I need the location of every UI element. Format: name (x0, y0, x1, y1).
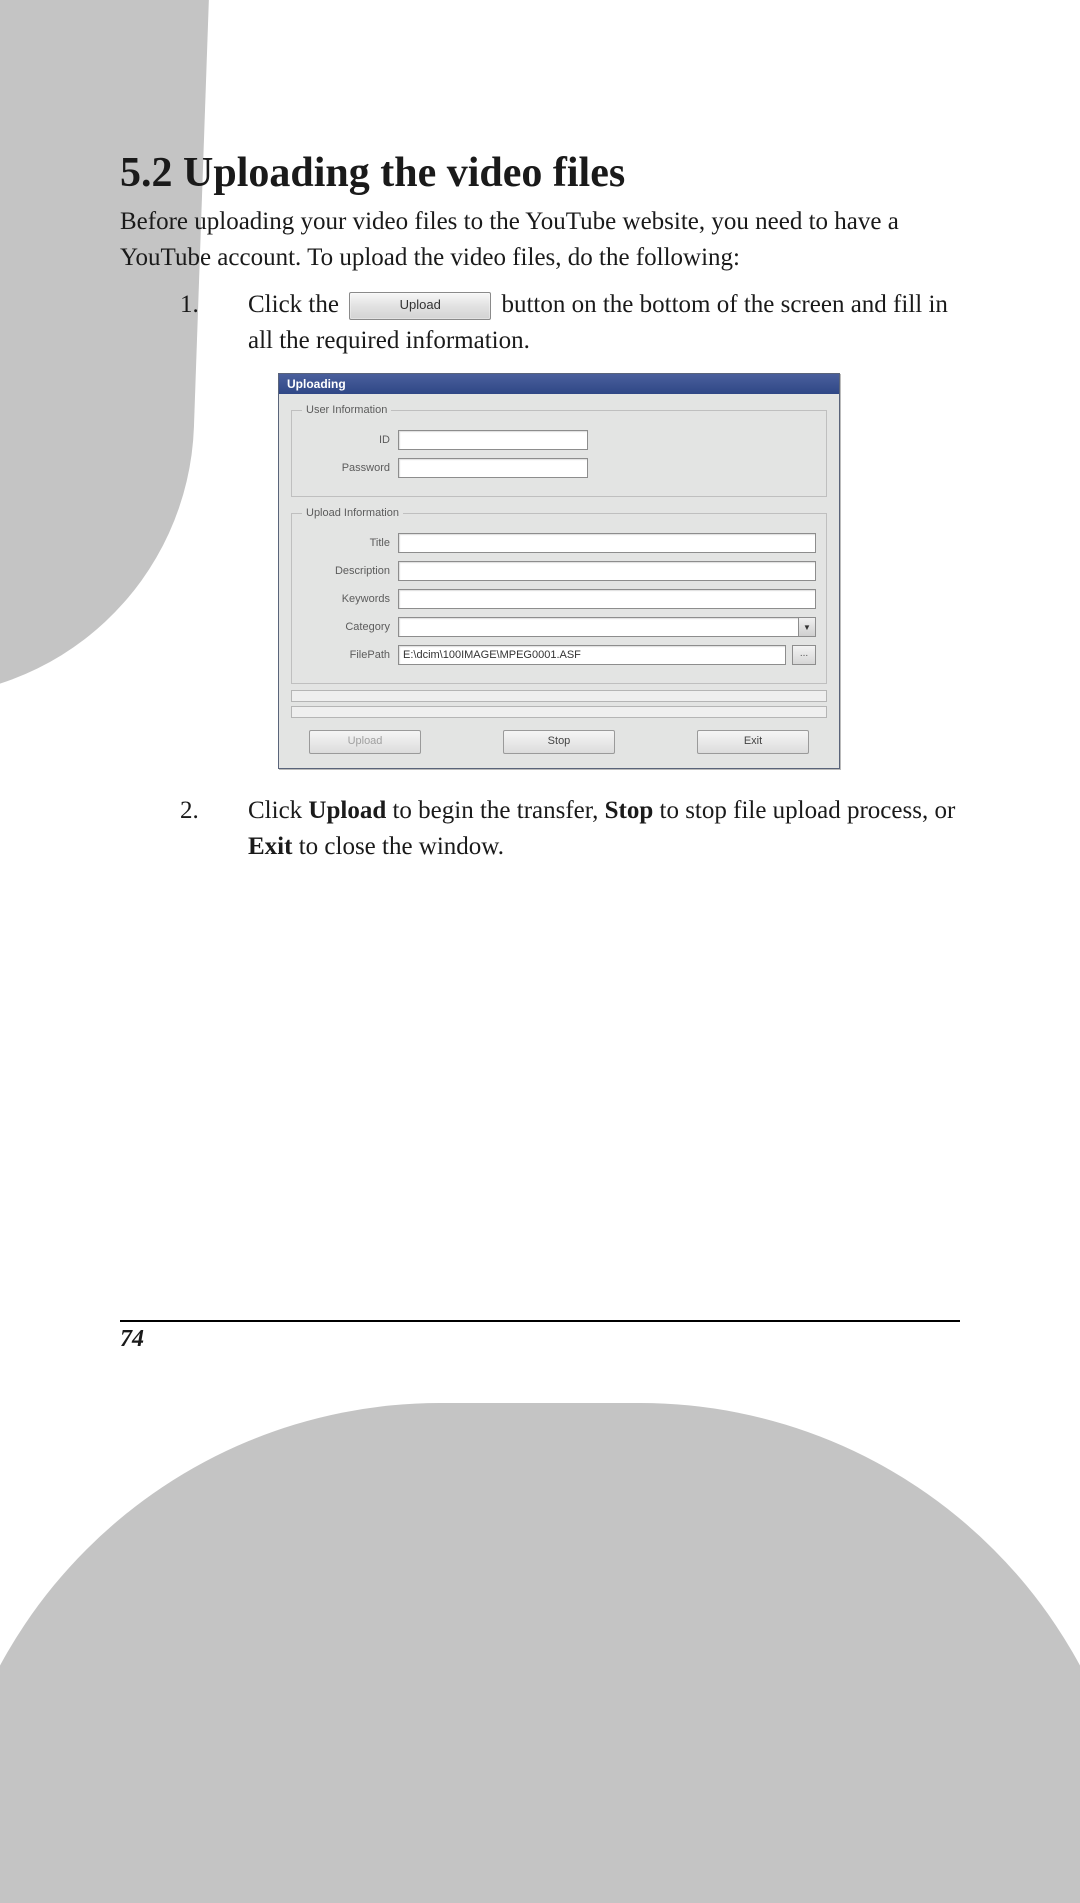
upload-information-legend: Upload Information (302, 507, 403, 519)
dialog-titlebar: Uploading (279, 374, 839, 394)
keywords-input[interactable] (398, 589, 816, 609)
uploading-dialog: Uploading User Information ID Password (278, 373, 840, 769)
t2e: to stop file upload process, or (653, 797, 955, 824)
page-content: 5.2 Uploading the video files Before upl… (0, 0, 1080, 866)
step-body: Click Upload to begin the transfer, Stop… (248, 793, 960, 866)
keywords-label: Keywords (302, 593, 398, 605)
t2d: Stop (605, 797, 654, 824)
user-information-group: User Information ID Password (291, 404, 827, 497)
password-input[interactable] (398, 458, 588, 478)
step-text-before: Click the (248, 291, 339, 318)
intro-paragraph: Before uploading your video files to the… (120, 204, 960, 277)
step-number: 1. (180, 287, 208, 784)
step-1: 1. Click the Upload button on the bottom… (180, 287, 960, 784)
inline-upload-button[interactable]: Upload (349, 292, 491, 320)
category-select[interactable] (398, 617, 799, 637)
dialog-stop-button[interactable]: Stop (503, 730, 615, 754)
description-label: Description (302, 565, 398, 577)
description-input[interactable] (398, 561, 816, 581)
category-dropdown-icon[interactable]: ▼ (799, 617, 816, 637)
step-number: 2. (180, 793, 208, 866)
browse-button[interactable]: ... (792, 645, 816, 665)
keywords-row: Keywords (302, 589, 816, 609)
t2b: Upload (308, 797, 386, 824)
password-label: Password (302, 462, 398, 474)
dialog-button-row: Upload Stop Exit (279, 722, 839, 768)
filepath-input[interactable]: E:\dcim\100IMAGE\MPEG0001.ASF (398, 645, 786, 665)
title-row: Title (302, 533, 816, 553)
dialog-exit-button[interactable]: Exit (697, 730, 809, 754)
password-row: Password (302, 458, 816, 478)
user-information-legend: User Information (302, 404, 391, 416)
filepath-row: FilePath E:\dcim\100IMAGE\MPEG0001.ASF .… (302, 645, 816, 665)
title-label: Title (302, 537, 398, 549)
section-heading: 5.2 Uploading the video files (120, 150, 960, 196)
progress-bar-2 (291, 706, 827, 718)
dialog-upload-button[interactable]: Upload (309, 730, 421, 754)
step-body: Click the Upload button on the bottom of… (248, 287, 960, 784)
progress-bar-1 (291, 690, 827, 702)
t2a: Click (248, 797, 308, 824)
steps-list: 1. Click the Upload button on the bottom… (120, 287, 960, 866)
step-2: 2. Click Upload to begin the transfer, S… (180, 793, 960, 866)
id-label: ID (302, 434, 398, 446)
description-row: Description (302, 561, 816, 581)
t2f: Exit (248, 833, 292, 860)
t2g: to close the window. (292, 833, 504, 860)
page-footer: 74 (120, 1320, 960, 1353)
id-input[interactable] (398, 430, 588, 450)
filepath-label: FilePath (302, 649, 398, 661)
upload-information-group: Upload Information Title Description Key… (291, 507, 827, 684)
title-input[interactable] (398, 533, 816, 553)
category-row: Category ▼ (302, 617, 816, 637)
decorative-curve-bottom (0, 1403, 1080, 1903)
id-row: ID (302, 430, 816, 450)
category-label: Category (302, 621, 398, 633)
t2c: to begin the transfer, (386, 797, 604, 824)
page-number: 74 (120, 1326, 144, 1352)
progress-area (291, 690, 827, 718)
